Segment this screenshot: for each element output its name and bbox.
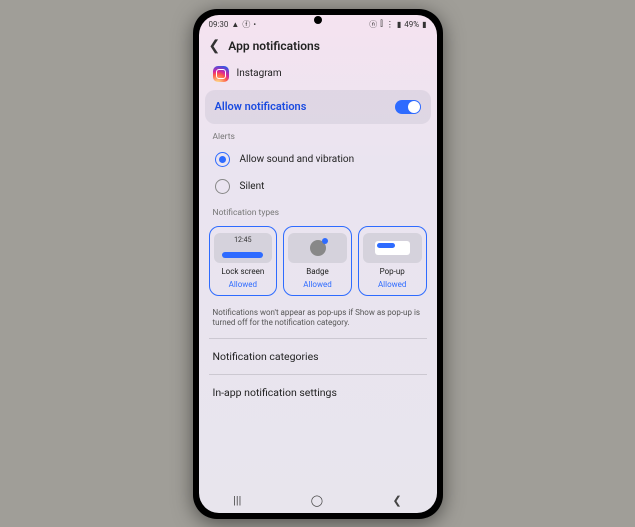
app-name: Instagram (237, 68, 282, 79)
signal-icon: ▮ (397, 20, 401, 29)
radio-selected-icon (215, 152, 230, 167)
facebook-icon: ⓕ (242, 19, 250, 30)
app-row: Instagram (199, 60, 437, 90)
footnote: Notifications won't appear as pop-ups if… (199, 300, 437, 337)
dot-icon: • (253, 20, 256, 29)
notification-type-cards: 12:45 Lock screen Allowed Badge Allowed … (199, 222, 437, 300)
badge-preview (288, 233, 347, 263)
divider (209, 374, 427, 375)
nfc-icon: ⓝ (369, 19, 377, 30)
card-label: Pop-up (380, 267, 405, 276)
badge-icon (310, 240, 326, 256)
back-nav-icon[interactable]: ❮ (393, 494, 402, 507)
popup-preview (363, 233, 422, 263)
lock-screen-preview: 12:45 (214, 233, 273, 263)
allow-label: Allow notifications (215, 100, 307, 113)
page-header: ❮ App notifications (199, 32, 437, 60)
card-lock-screen[interactable]: 12:45 Lock screen Allowed (209, 226, 278, 296)
instagram-icon (213, 66, 229, 82)
radio-unselected-icon (215, 179, 230, 194)
vibrate-icon: ⫿ (380, 19, 383, 29)
card-label: Badge (306, 267, 329, 276)
card-badge[interactable]: Badge Allowed (283, 226, 352, 296)
back-icon[interactable]: ❮ (209, 38, 221, 54)
wifi-icon: ⋮ (386, 20, 394, 29)
screen: 09:30 ▲ ⓕ • ⓝ ⫿ ⋮ ▮ 49% ▮ ❮ App notifica… (199, 15, 437, 513)
card-popup[interactable]: Pop-up Allowed (358, 226, 427, 296)
front-camera (314, 16, 322, 24)
allow-toggle[interactable] (395, 100, 421, 114)
recents-icon[interactable]: ||| (233, 494, 241, 507)
status-time: 09:30 (209, 20, 229, 29)
phone-frame: 09:30 ▲ ⓕ • ⓝ ⫿ ⋮ ▮ 49% ▮ ❮ App notifica… (193, 9, 443, 519)
alerts-section-label: Alerts (199, 124, 437, 146)
home-icon[interactable]: ◯ (311, 494, 323, 507)
types-section-label: Notification types (199, 200, 437, 222)
battery-text: 49% (404, 20, 419, 29)
card-status: Allowed (229, 280, 257, 289)
alert-option-sound[interactable]: Allow sound and vibration (199, 146, 437, 173)
card-status: Allowed (378, 280, 406, 289)
lock-time: 12:45 (234, 236, 251, 244)
nav-bar: ||| ◯ ❮ (199, 486, 437, 513)
divider (209, 338, 427, 339)
alert-option-label: Allow sound and vibration (240, 154, 355, 165)
page-title: App notifications (228, 39, 320, 53)
in-app-settings-link[interactable]: In-app notification settings (199, 377, 437, 408)
cloud-icon: ▲ (231, 20, 239, 29)
battery-icon: ▮ (422, 20, 426, 29)
card-status: Allowed (303, 280, 331, 289)
card-label: Lock screen (221, 267, 264, 276)
notification-categories-link[interactable]: Notification categories (199, 341, 437, 372)
lock-bar-icon (222, 252, 263, 258)
alert-option-label: Silent (240, 181, 265, 192)
alert-option-silent[interactable]: Silent (199, 173, 437, 200)
popup-icon (375, 241, 410, 255)
allow-notifications-row[interactable]: Allow notifications (205, 90, 431, 124)
